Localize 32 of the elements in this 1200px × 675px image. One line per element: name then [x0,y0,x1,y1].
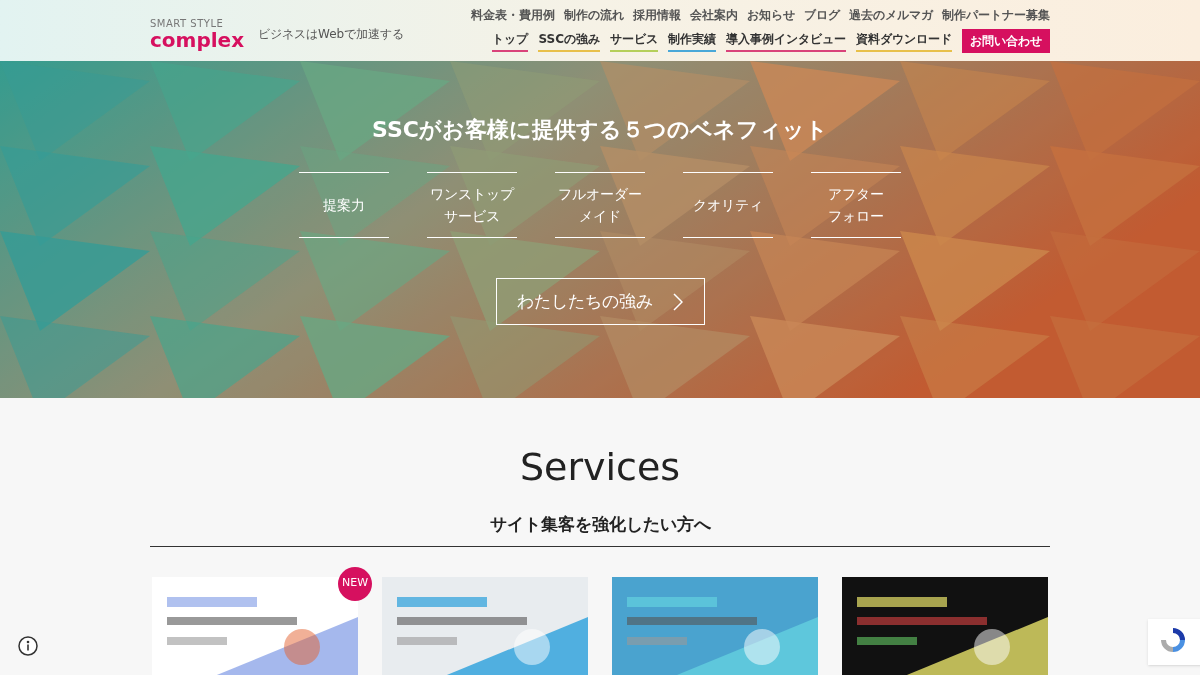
top-link[interactable]: お知らせ [747,6,795,24]
top-link[interactable]: 会社案内 [690,6,738,24]
nav-link[interactable]: 資料ダウンロード [856,30,952,52]
top-link[interactable]: 制作の流れ [564,6,624,24]
top-link[interactable]: 採用情報 [633,6,681,24]
benefit-item: フルオーダー メイド [555,172,645,238]
benefit-item: クオリティ [683,172,773,238]
recaptcha-badge[interactable] [1148,619,1200,665]
tagline: ビジネスはWebで加速する [258,26,405,43]
benefit-item: ワンストップ サービス [427,172,517,238]
nav-link[interactable]: サービス [610,30,658,52]
recaptcha-icon [1158,625,1188,655]
top-link[interactable]: 過去のメルマガ [849,6,933,24]
accessibility-icon[interactable] [18,636,38,656]
logo[interactable]: complex [150,30,245,50]
contact-button[interactable]: お問い合わせ [962,29,1050,53]
chevron-right-icon [673,292,683,311]
section-heading: Services [519,448,681,486]
top-link[interactable]: 料金表・費用例 [471,6,555,24]
section-subheading: サイト集客を強化したい方へ [489,513,711,536]
hero-title: SSCがお客様に提供する５つのベネフィット [372,116,828,144]
top-link[interactable]: ブログ [804,6,840,24]
nav-link[interactable]: トップ [492,30,529,52]
logo-subtitle: SMART STYLE [150,19,225,29]
top-link[interactable]: 制作パートナー募集 [942,6,1050,24]
benefit-item: アフター フォロー [811,172,901,238]
nav-link[interactable]: SSCの強み [538,30,600,52]
new-badge: NEW [338,566,372,601]
nav-link[interactable]: 制作実績 [668,30,716,52]
benefit-item: 提案力 [299,172,389,238]
nav-link[interactable]: 導入事例インタビュー [726,30,846,52]
strengths-button[interactable]: わたしたちの強み [495,278,705,325]
